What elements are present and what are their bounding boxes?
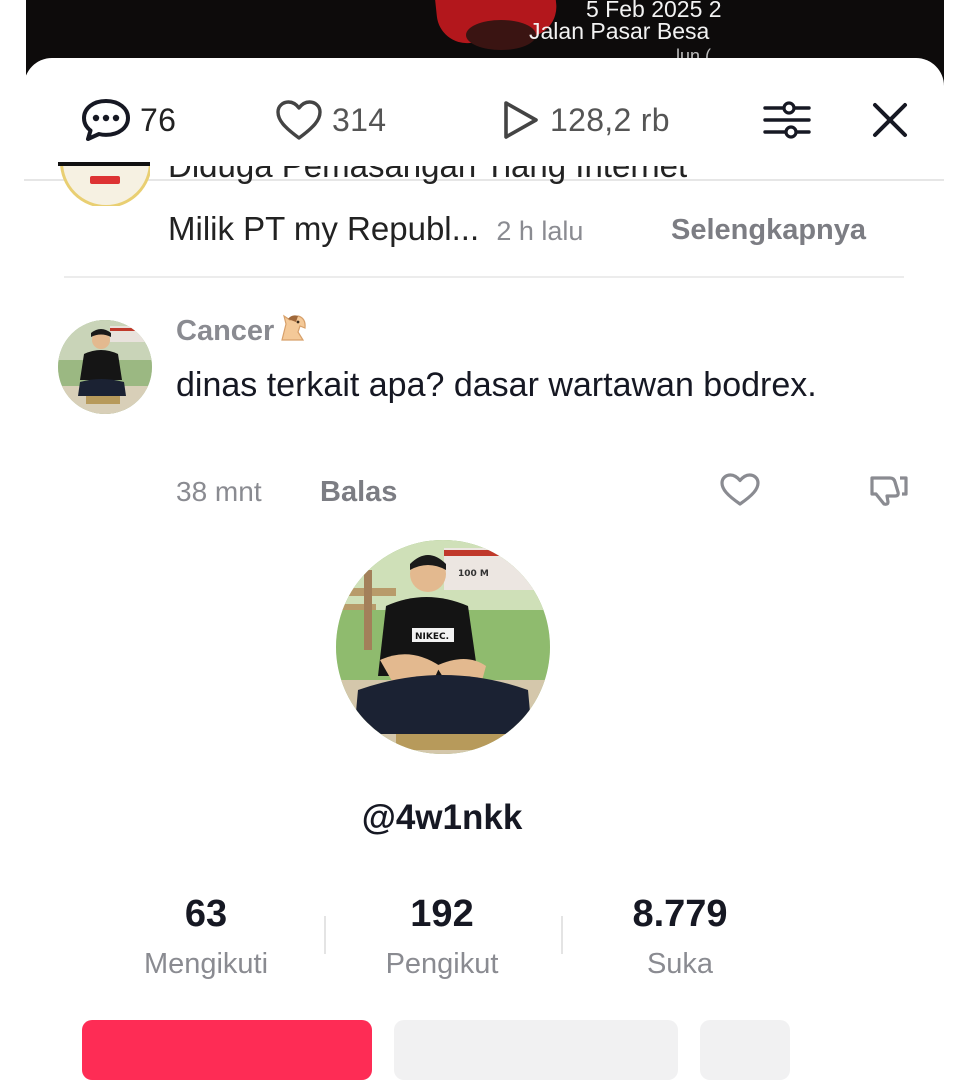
heart-outline-icon — [718, 473, 762, 510]
comment-time: 38 mnt — [176, 476, 262, 507]
following-count: 63 — [184, 893, 228, 935]
caption-text-truncated: Milik PT my Republ — [168, 210, 452, 247]
comment-body: dinas terkait apa? dasar wartawan bodrex… — [176, 366, 817, 404]
section-divider — [64, 276, 904, 278]
comment-username-text: Cancer — [176, 314, 275, 347]
sliders-icon — [762, 98, 812, 142]
views-count: 128,2 rb — [550, 101, 670, 138]
followers-stat[interactable]: 192 Pengikut — [322, 892, 562, 981]
message-button[interactable] — [394, 1020, 678, 1080]
see-more-link[interactable]: Selengkapnya — [671, 214, 866, 247]
comment-like-button[interactable] — [718, 472, 762, 511]
likes-count-button[interactable]: 314 — [274, 98, 386, 142]
followers-count: 192 — [410, 893, 474, 935]
following-stat[interactable]: 63 Mengikuti — [86, 892, 326, 981]
video-content-shape — [466, 20, 536, 50]
following-label: Mengikuti — [143, 948, 269, 980]
thumbs-down-icon — [866, 476, 912, 510]
close-button[interactable] — [870, 98, 910, 142]
followers-label: Pengikut — [385, 948, 499, 980]
comment-author-avatar[interactable] — [58, 320, 152, 414]
comment-username[interactable]: Cancer — [176, 310, 310, 352]
comments-count-button[interactable]: 76 — [80, 98, 176, 142]
video-location-overlay: Jalan Pasar Besa — [529, 18, 710, 44]
caption-text-line1: Diduga Pemasangan Tiang Internet — [168, 166, 687, 188]
speech-bubble-icon — [80, 97, 132, 143]
filter-button[interactable] — [762, 98, 812, 142]
shirt-text: NIKEC. — [415, 632, 449, 642]
caption-ellipsis: ... — [451, 210, 480, 247]
profile-avatar[interactable]: 100 M NIKEC. — [336, 540, 550, 754]
likes-count: 314 — [332, 101, 387, 138]
profile-handle[interactable]: @4w1nkk — [24, 798, 860, 838]
caption-author-avatar[interactable] — [58, 162, 150, 206]
horse-emoji-icon — [276, 310, 310, 352]
views-count-button[interactable]: 128,2 rb — [498, 98, 670, 142]
caption-time: 2 h lalu — [496, 216, 584, 246]
sign-text: 100 M — [458, 569, 489, 579]
play-icon — [498, 98, 542, 142]
comment-dislike-button[interactable] — [866, 472, 912, 511]
profile-likes-count: 8.779 — [632, 893, 728, 935]
reply-button[interactable]: Balas — [320, 476, 397, 509]
caption-text-line2: Milik PT my Republ... 2 h lalu — [168, 210, 583, 248]
comments-sheet: 76 314 128,2 rb Milik PT my Republ... 2 … — [24, 58, 944, 1080]
close-icon — [870, 100, 910, 140]
heart-icon — [274, 98, 324, 142]
comments-toolbar: 76 314 128,2 rb — [24, 58, 944, 180]
profile-stats: 63 Mengikuti 192 Pengikut 8.779 Suka — [24, 892, 944, 1002]
more-button[interactable] — [700, 1020, 790, 1080]
comments-count: 76 — [140, 101, 177, 138]
likes-stat[interactable]: 8.779 Suka — [560, 892, 800, 981]
follow-button[interactable] — [82, 1020, 372, 1080]
profile-likes-label: Suka — [646, 948, 714, 980]
